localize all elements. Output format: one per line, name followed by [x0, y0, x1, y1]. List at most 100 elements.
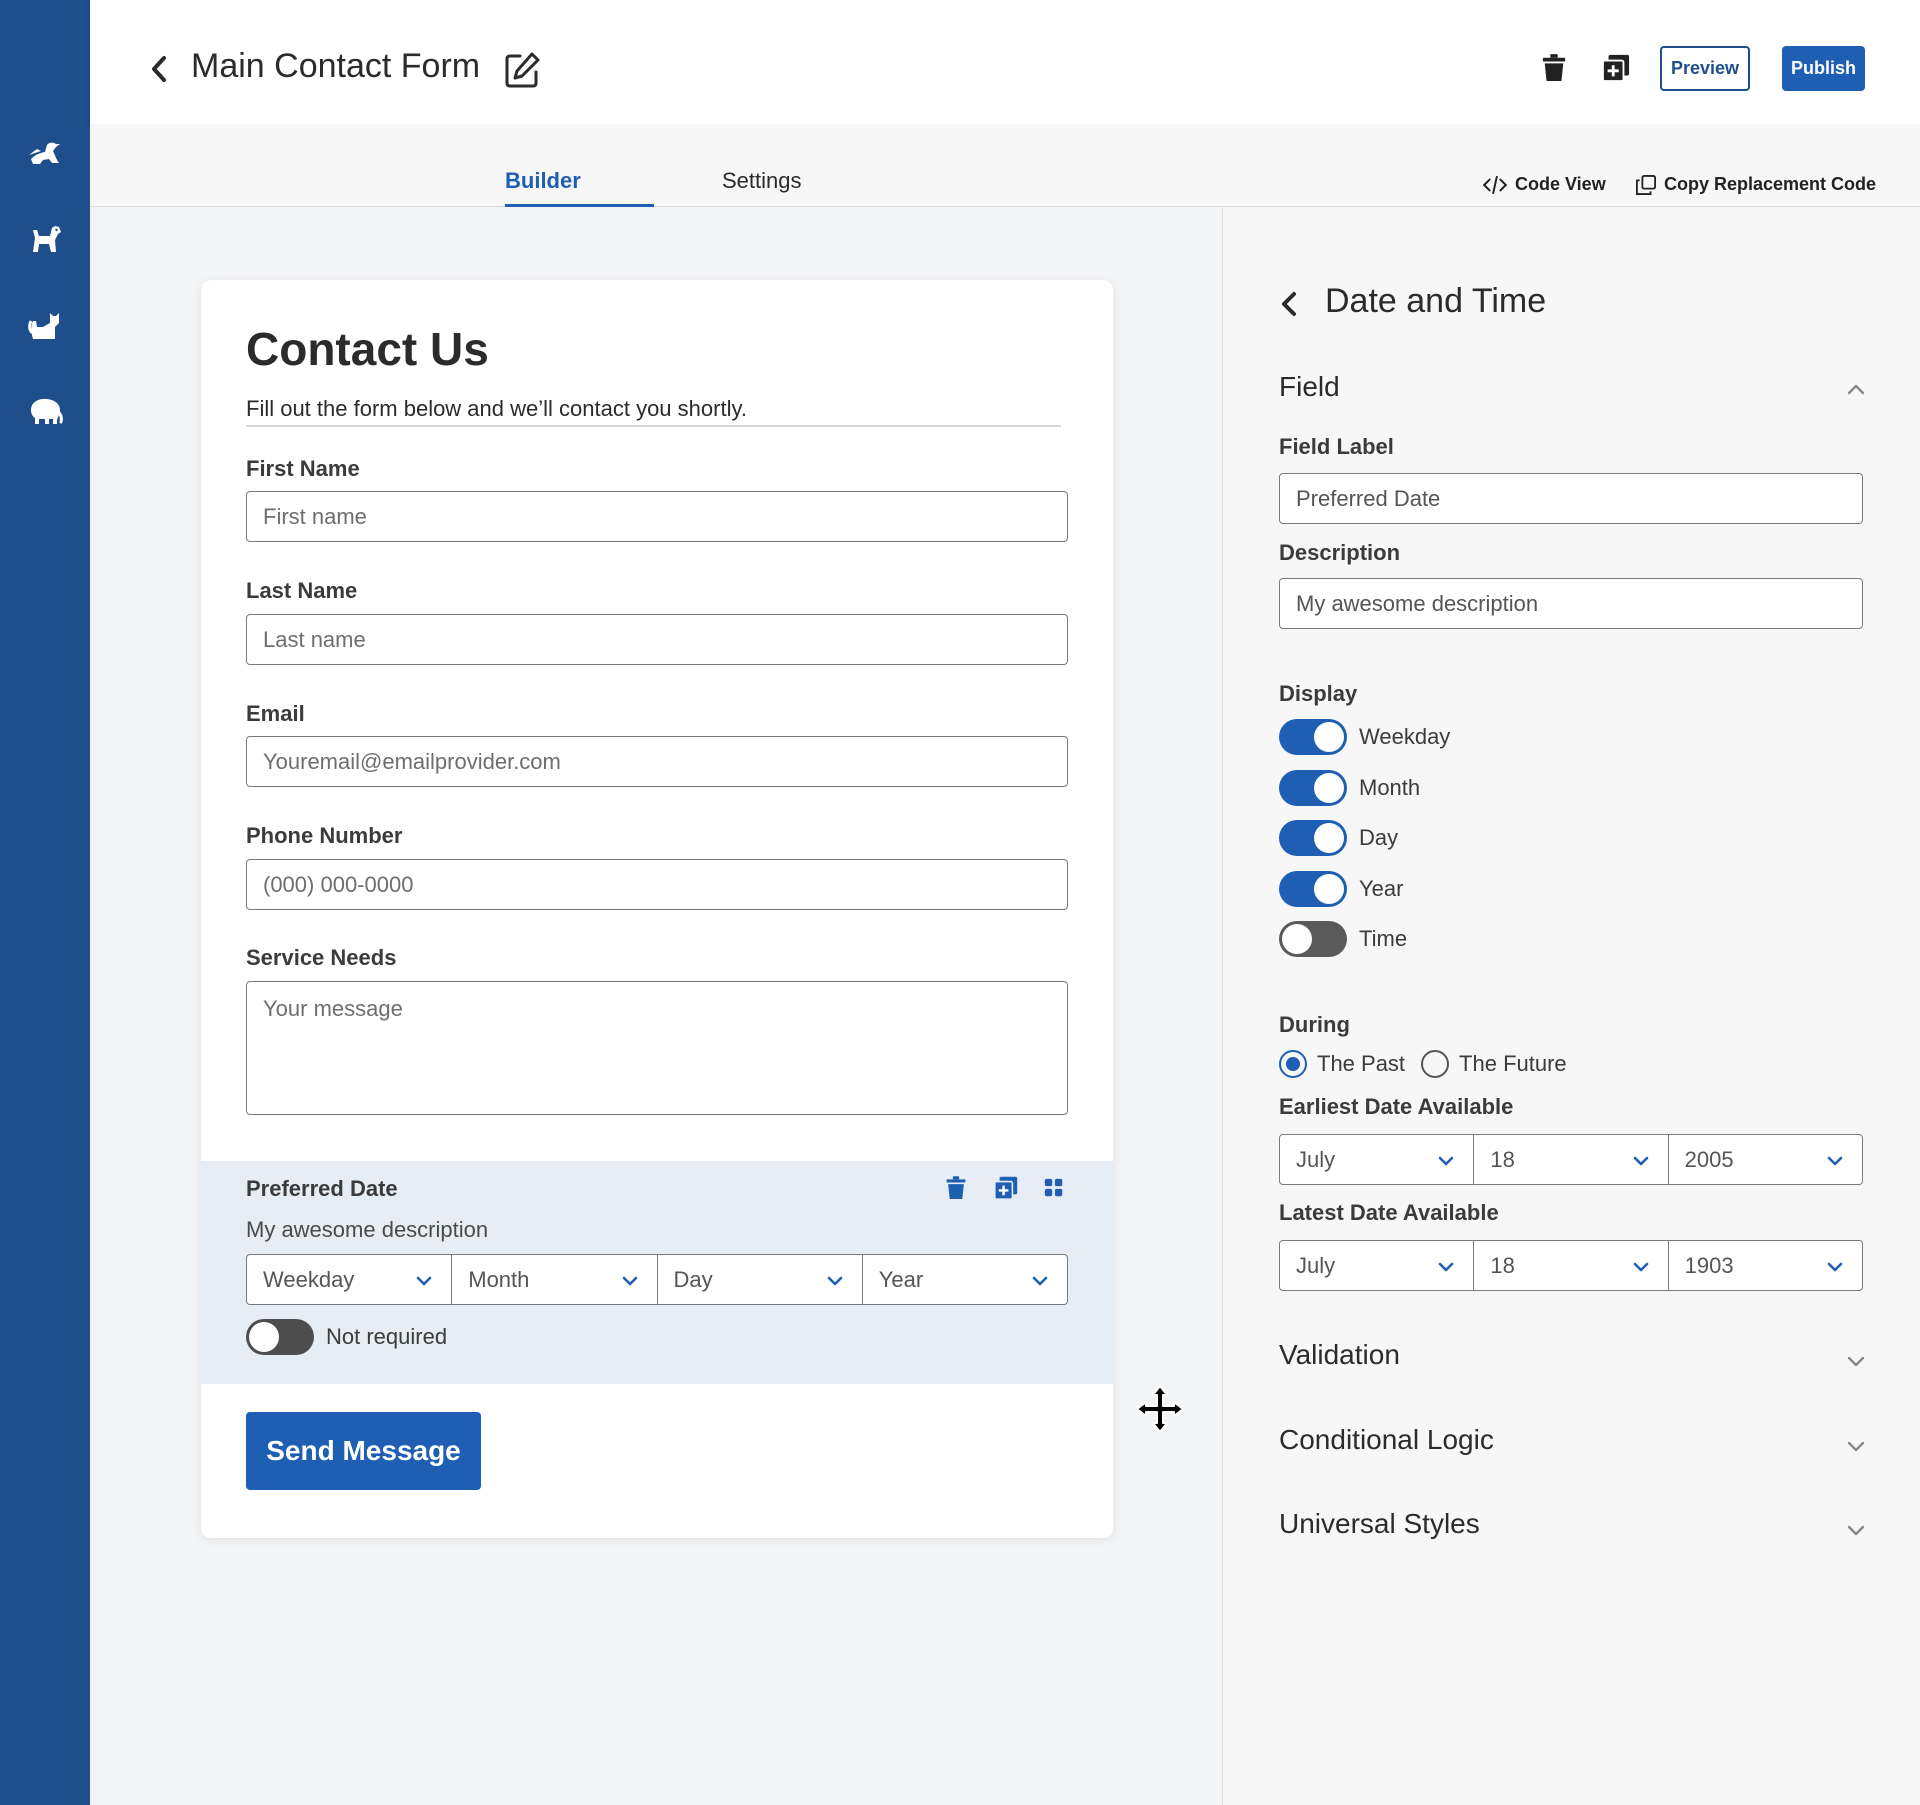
display-label: Display [1279, 681, 1358, 706]
description-input[interactable] [1279, 578, 1863, 629]
drag-grip-icon [1044, 1178, 1063, 1197]
rail-item-bird[interactable] [20, 128, 70, 178]
weekday-toggle[interactable] [1279, 719, 1347, 755]
latest-day-value: 18 [1490, 1252, 1515, 1278]
latest-day-select[interactable]: 18 [1474, 1240, 1669, 1291]
display-option-day: Day [1279, 820, 1450, 856]
latest-year-select[interactable]: 1903 [1668, 1240, 1863, 1291]
delete-field-button[interactable] [939, 1171, 973, 1205]
first-name-label: First Name [246, 456, 360, 481]
email-field[interactable] [246, 736, 1068, 787]
rail-item-dog[interactable] [20, 213, 70, 263]
earliest-month-select[interactable]: July [1279, 1134, 1475, 1185]
edit-title-button[interactable] [502, 50, 542, 90]
drag-handle[interactable] [1037, 1171, 1071, 1205]
month-select[interactable]: Month [452, 1254, 658, 1305]
during-radio-group: The Past The Future [1279, 1050, 1583, 1078]
code-view-button[interactable]: Code View [1483, 174, 1606, 195]
cat-icon [28, 313, 59, 339]
day-toggle[interactable] [1279, 820, 1347, 856]
divider [246, 425, 1061, 427]
earliest-day-select[interactable]: 18 [1474, 1134, 1669, 1185]
day-select[interactable]: Day [657, 1254, 863, 1305]
chevron-down-icon [1032, 1276, 1048, 1286]
earliest-month-value: July [1296, 1146, 1336, 1172]
display-option-month: Month [1279, 769, 1450, 806]
chevron-down-icon [1633, 1262, 1648, 1272]
earliest-date-label: Earliest Date Available [1279, 1094, 1514, 1119]
validation-section-header[interactable]: Validation [1279, 1339, 1400, 1371]
chevron-up-icon[interactable] [1844, 378, 1868, 402]
move-cursor-icon [1136, 1385, 1184, 1433]
chevron-down-icon [827, 1276, 843, 1286]
publish-button[interactable]: Publish [1782, 46, 1865, 91]
copy-code-label: Copy Replacement Code [1664, 174, 1877, 194]
top-header: Main Contact Form Preview Publish [90, 0, 1920, 124]
during-future-label: The Future [1459, 1051, 1567, 1076]
preview-button[interactable]: Preview [1660, 46, 1750, 91]
during-label: During [1279, 1012, 1350, 1037]
field-label-label: Field Label [1279, 434, 1394, 459]
toggle-knob [1282, 924, 1312, 954]
duplicate-icon [994, 1176, 1018, 1200]
earliest-year-select[interactable]: 2005 [1668, 1134, 1863, 1185]
weekday-select[interactable]: Weekday [246, 1254, 453, 1305]
panel-title: Date and Time [1325, 282, 1547, 320]
selected-date-field[interactable]: Preferred Date My awesome description We… [201, 1161, 1113, 1384]
display-option-weekday: Weekday [1279, 719, 1450, 755]
phone-field[interactable] [246, 859, 1068, 910]
trash-icon [946, 1176, 966, 1199]
rail-item-elephant[interactable] [20, 385, 70, 435]
copy-code-button[interactable]: Copy Replacement Code [1636, 174, 1876, 195]
tab-active-indicator [505, 204, 654, 207]
earliest-year-value: 2005 [1684, 1146, 1734, 1172]
tab-builder[interactable]: Builder [505, 168, 581, 194]
chevron-left-icon [1282, 292, 1296, 316]
tabs-bar: Builder Settings Code View Copy Replacem… [90, 124, 1920, 207]
send-message-button[interactable]: Send Message [246, 1412, 481, 1490]
weekday-select-value: Weekday [263, 1266, 355, 1292]
panel-back-button[interactable] [1275, 286, 1303, 322]
date-field-description: My awesome description [246, 1217, 489, 1242]
last-name-field[interactable] [246, 614, 1068, 665]
tab-settings[interactable]: Settings [722, 168, 802, 194]
latest-month-value: July [1296, 1252, 1336, 1278]
chevron-down-icon [416, 1276, 432, 1286]
year-toggle[interactable] [1279, 870, 1347, 907]
duplicate-form-button[interactable] [1598, 50, 1634, 86]
service-needs-field[interactable] [246, 981, 1068, 1115]
year-select[interactable]: Year [862, 1254, 1068, 1305]
service-needs-label: Service Needs [246, 945, 397, 970]
earliest-date-selects: July 18 2005 [1279, 1134, 1863, 1185]
first-name-field[interactable] [246, 491, 1068, 542]
rail-item-cat[interactable] [20, 300, 70, 350]
duplicate-field-button[interactable] [989, 1171, 1023, 1205]
latest-date-selects: July 18 1903 [1279, 1240, 1863, 1291]
during-past-radio[interactable] [1279, 1050, 1307, 1078]
during-future-radio[interactable] [1421, 1050, 1450, 1078]
trash-icon [1542, 54, 1566, 81]
chevron-down-icon[interactable] [1844, 1349, 1868, 1373]
month-toggle[interactable] [1279, 769, 1347, 806]
field-label-input[interactable] [1279, 473, 1863, 524]
chevron-down-icon[interactable] [1844, 1434, 1868, 1458]
bird-icon [29, 142, 60, 164]
form-subtitle: Fill out the form below and we’ll contac… [246, 396, 747, 421]
day-toggle-label: Day [1359, 825, 1399, 850]
date-part-selects: Weekday Month Day Year [246, 1254, 1068, 1305]
field-section-header[interactable]: Field [1279, 371, 1340, 403]
back-button[interactable] [142, 48, 178, 90]
latest-date-label: Latest Date Available [1279, 1200, 1499, 1225]
email-label: Email [246, 701, 305, 726]
chevron-down-icon [1633, 1156, 1648, 1166]
time-toggle[interactable] [1279, 921, 1347, 957]
delete-form-button[interactable] [1536, 50, 1572, 86]
chevron-down-icon [1439, 1156, 1454, 1166]
conditional-logic-section-header[interactable]: Conditional Logic [1279, 1424, 1494, 1456]
required-toggle[interactable] [246, 1319, 314, 1355]
latest-month-select[interactable]: July [1279, 1240, 1475, 1291]
earliest-day-value: 18 [1490, 1146, 1515, 1172]
universal-styles-section-header[interactable]: Universal Styles [1279, 1508, 1480, 1540]
chevron-down-icon [1827, 1262, 1843, 1272]
chevron-down-icon[interactable] [1844, 1518, 1868, 1542]
